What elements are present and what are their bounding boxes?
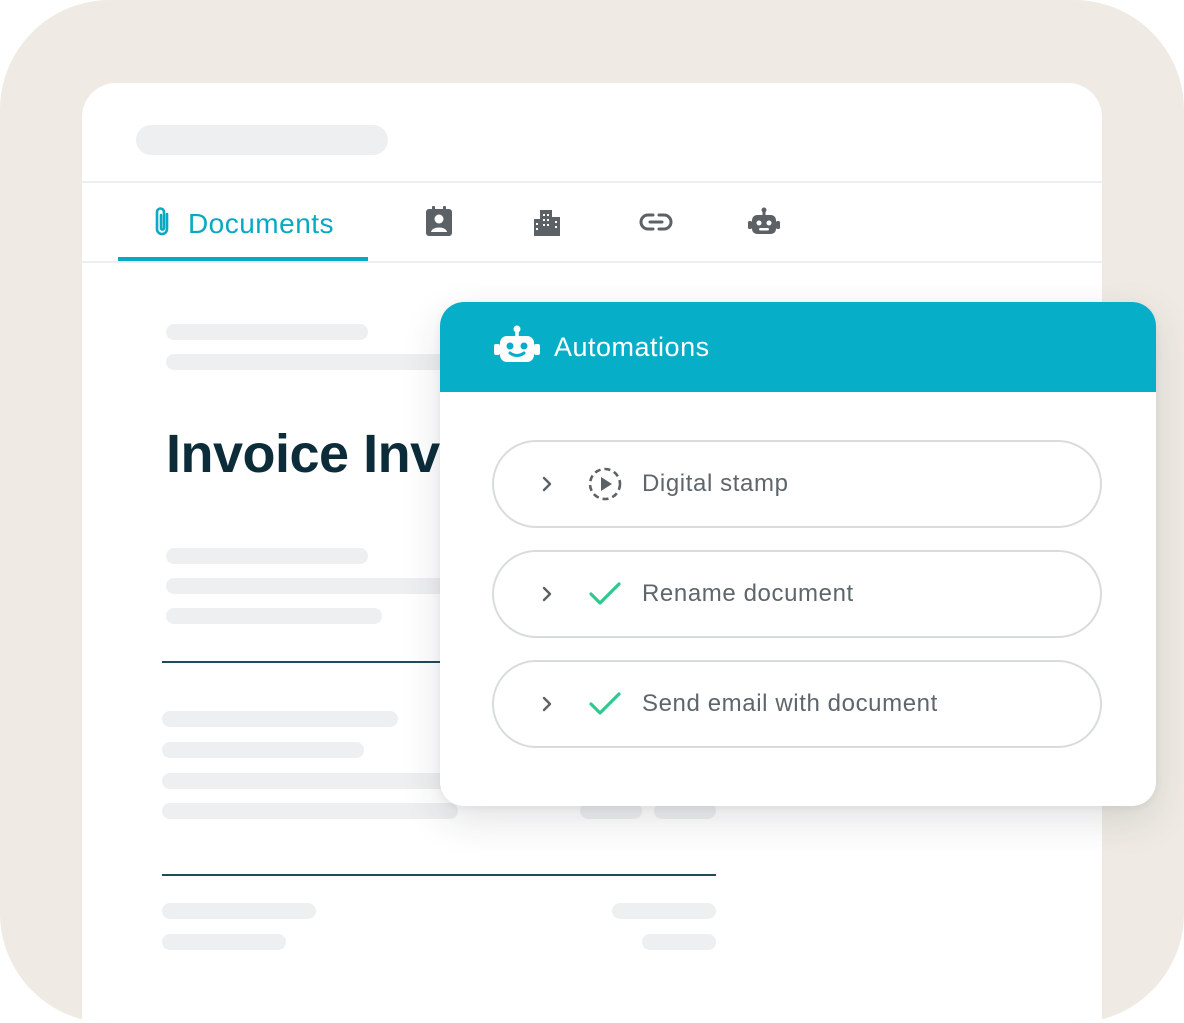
automation-item-label: Digital stamp	[642, 470, 789, 497]
text-placeholder	[162, 803, 458, 819]
text-placeholder	[162, 903, 316, 919]
check-icon	[568, 579, 642, 609]
tab-automations[interactable]	[739, 188, 789, 260]
tab-documents[interactable]: Documents	[118, 188, 368, 260]
automation-item-label: Rename document	[642, 580, 854, 607]
header-divider	[82, 181, 1102, 183]
text-placeholder	[166, 608, 382, 624]
check-icon	[568, 689, 642, 719]
text-placeholder	[162, 711, 398, 727]
tab-links[interactable]	[631, 188, 681, 260]
robot-icon	[494, 325, 540, 370]
tab-documents-label: Documents	[187, 208, 335, 239]
document-title: Invoice Inv	[166, 424, 440, 484]
tab-organizations[interactable]	[522, 188, 572, 260]
building-icon	[532, 207, 562, 242]
automations-panel-header: Automations	[440, 302, 1156, 392]
text-placeholder	[162, 742, 364, 758]
chevron-right-icon[interactable]	[494, 475, 554, 493]
automation-item-rename-document[interactable]: Rename document	[492, 550, 1102, 638]
text-placeholder	[162, 773, 462, 789]
tab-contacts[interactable]	[414, 188, 464, 260]
attachment-icon	[152, 205, 172, 244]
page-background: Documents Invoice Inv Automations Digita…	[0, 0, 1184, 1023]
totals-divider	[162, 874, 716, 876]
automation-item-label: Send email with document	[642, 690, 938, 717]
link-icon	[639, 211, 673, 238]
header-placeholder	[136, 125, 388, 155]
automations-panel: Automations Digital stamp Rename documen…	[440, 302, 1156, 806]
in-progress-icon	[568, 466, 642, 502]
amount-placeholder	[642, 934, 716, 950]
contact-card-icon	[424, 205, 454, 243]
tabs-divider	[82, 261, 1102, 263]
automation-item-send-email[interactable]: Send email with document	[492, 660, 1102, 748]
text-placeholder	[166, 324, 368, 340]
text-placeholder	[166, 354, 466, 370]
amount-placeholder	[612, 903, 716, 919]
robot-icon	[748, 207, 780, 242]
chevron-right-icon[interactable]	[494, 695, 554, 713]
text-placeholder	[166, 578, 466, 594]
text-placeholder	[166, 548, 368, 564]
automations-title: Automations	[554, 331, 710, 362]
automation-item-digital-stamp[interactable]: Digital stamp	[492, 440, 1102, 528]
text-placeholder	[162, 934, 286, 950]
chevron-right-icon[interactable]	[494, 585, 554, 603]
